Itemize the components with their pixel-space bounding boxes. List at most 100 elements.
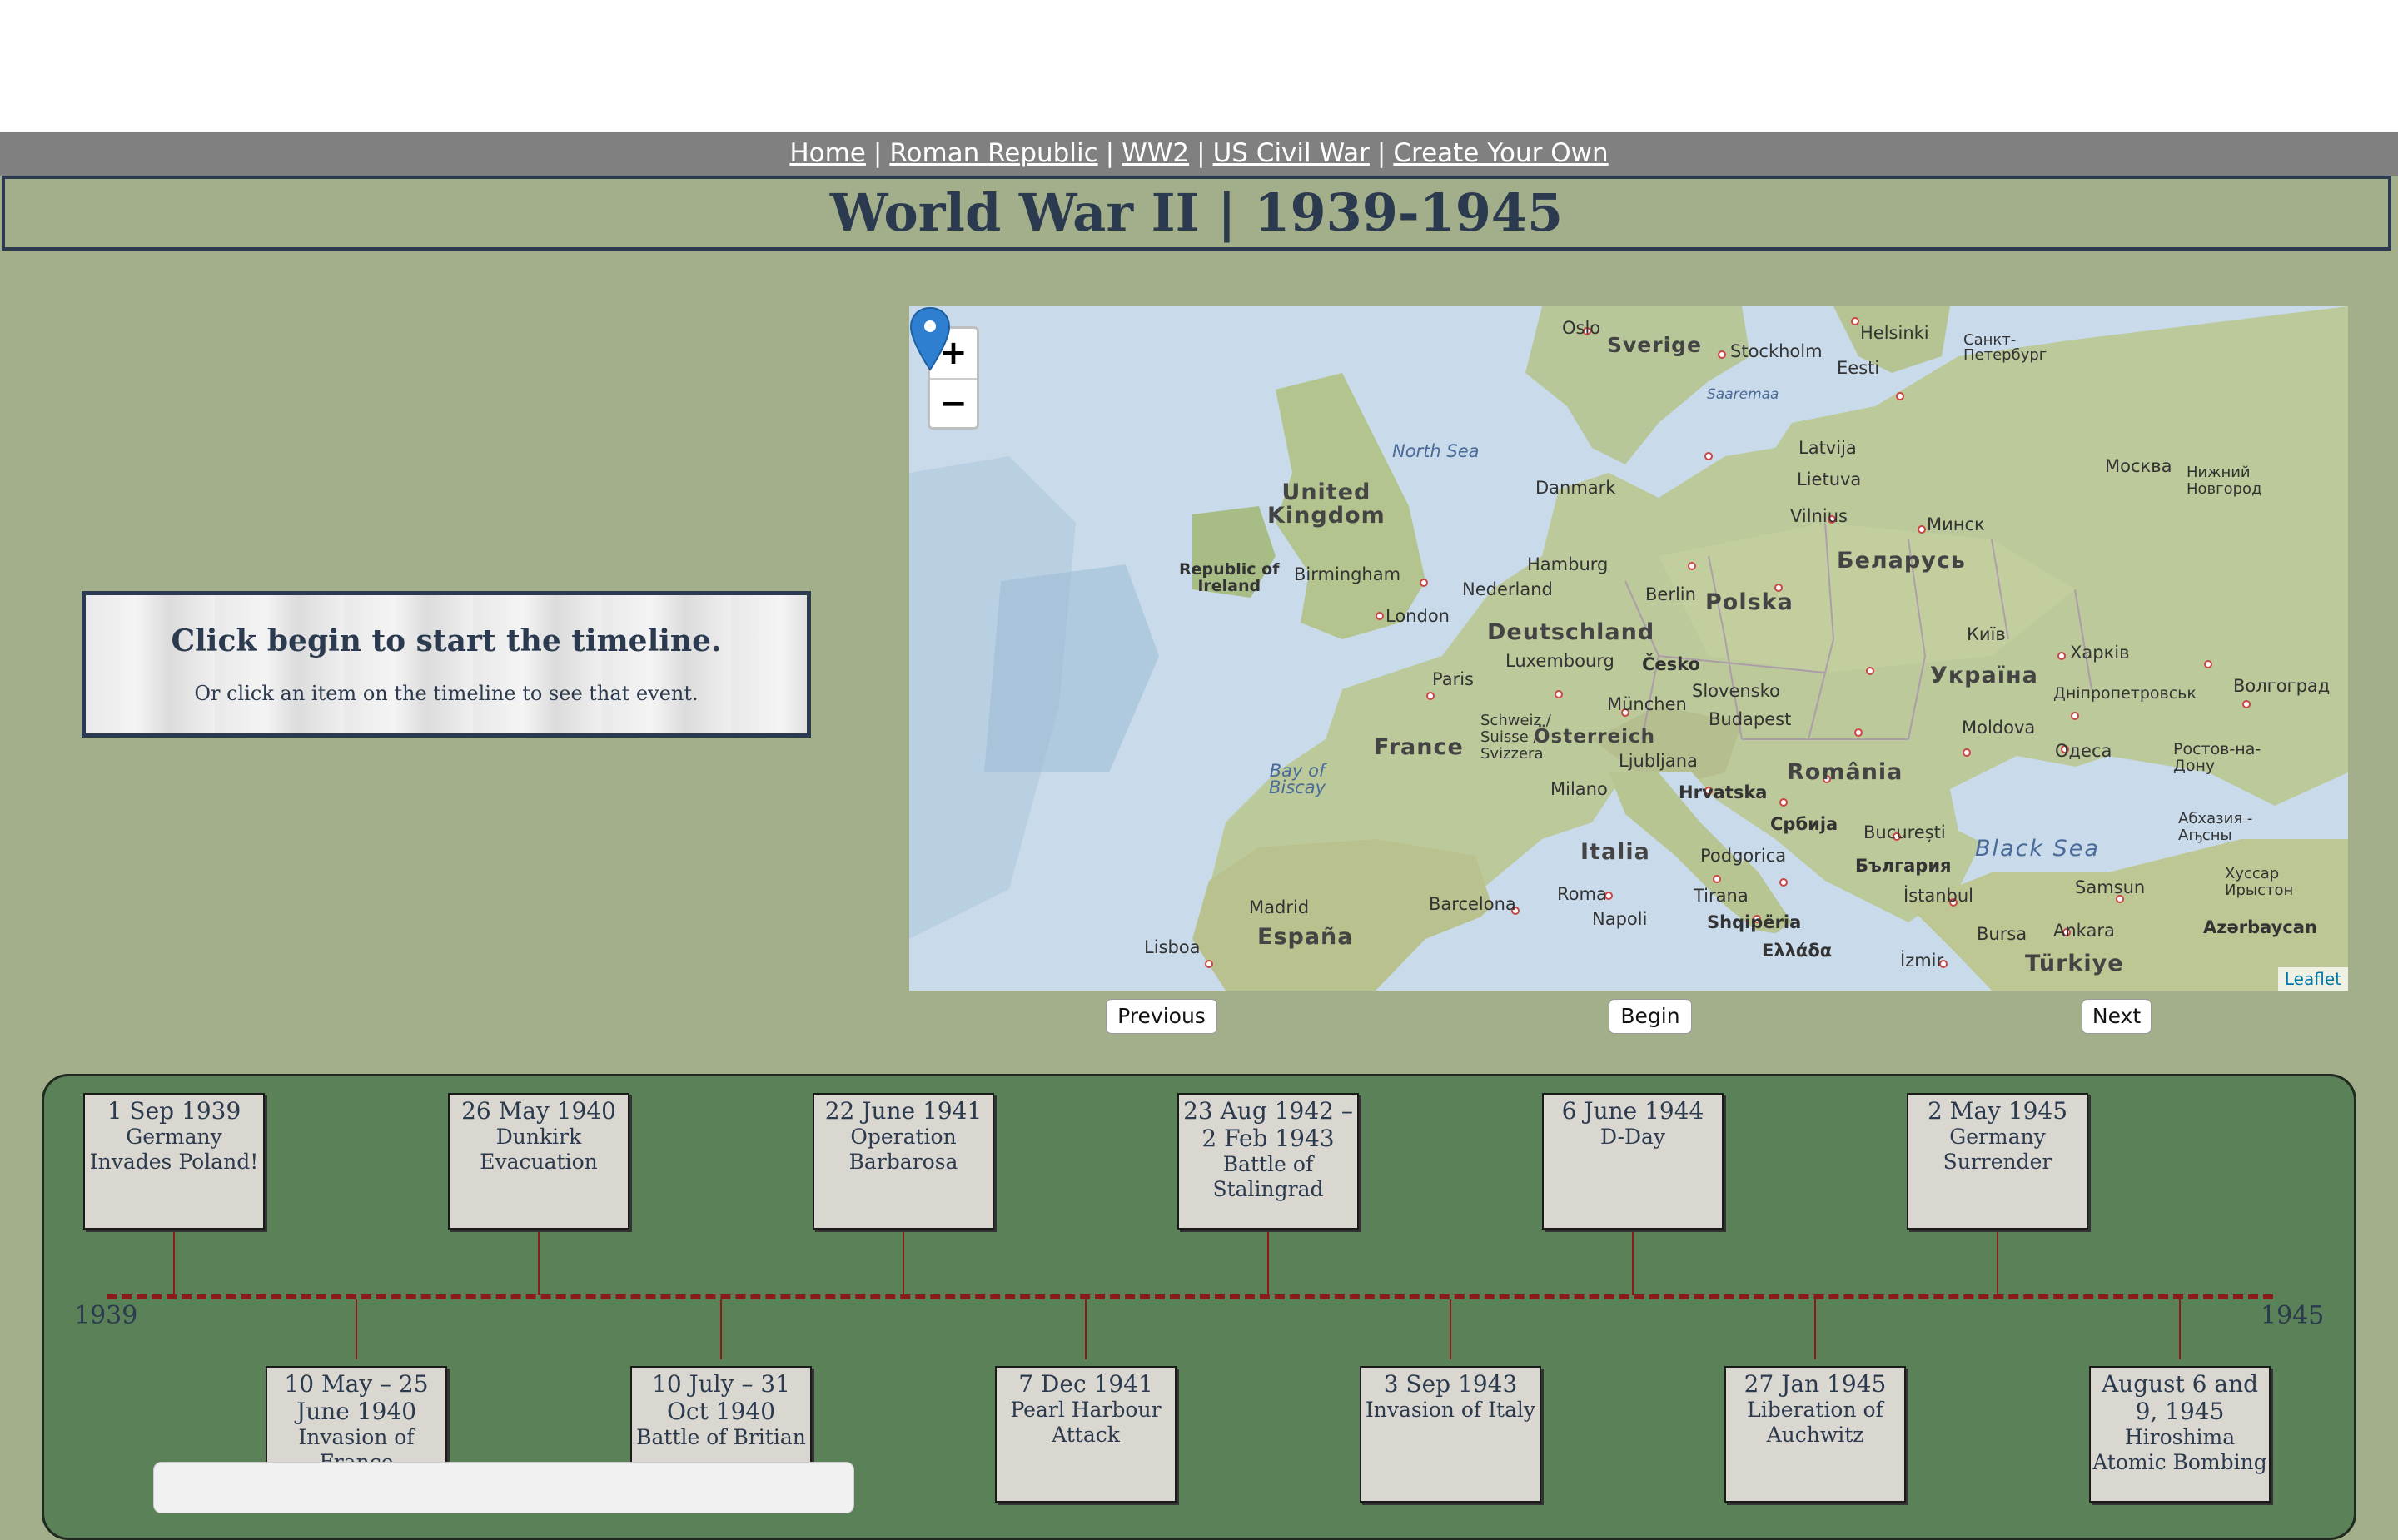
map-label: Shqipëria (1707, 912, 1802, 932)
map-label: Black Sea (1975, 836, 2100, 862)
map-label: Nederland (1462, 579, 1553, 599)
info-subtext: Or click an item on the timeline to see … (194, 682, 699, 705)
timeline-event[interactable]: 23 Aug 1942 – 2 Feb 1943 Battle of Stali… (1177, 1093, 1359, 1230)
map-label: Saaremaa (1707, 386, 1779, 403)
timeline-connector (1267, 1229, 1269, 1295)
nav-link-create-your-own[interactable]: Create Your Own (1393, 138, 1608, 168)
map-label: United Kingdom (1267, 479, 1386, 529)
event-date: 3 Sep 1943 (1383, 1370, 1518, 1398)
event-name: Hiroshima Atomic Bombing (2092, 1425, 2267, 1474)
map-label: Deutschland (1487, 619, 1655, 645)
timeline-event[interactable]: 7 Dec 1941 Pearl Harbour Attack (995, 1366, 1177, 1503)
map-label: Москва (2105, 456, 2172, 476)
event-name: Dunkirk Evacuation (480, 1125, 598, 1174)
timeline-start-year: 1939 (74, 1301, 138, 1330)
top-blank-area (0, 0, 2398, 132)
map-label: Roma (1557, 884, 1607, 904)
timeline-event[interactable]: 2 May 1945 Germany Surrender (1907, 1093, 2088, 1230)
map-label: Волгоград (2233, 676, 2331, 696)
timeline-event[interactable]: 26 May 1940 Dunkirk Evacuation (448, 1093, 629, 1230)
map-label: Slovensko (1692, 681, 1780, 701)
map-label: Київ (1967, 624, 2006, 644)
map-label: Birmingham (1294, 564, 1401, 584)
bottom-overlay-panel (153, 1462, 854, 1513)
map-label: North Sea (1392, 441, 1480, 461)
map-label: Нижний Новгород (2187, 464, 2262, 498)
previous-button[interactable]: Previous (1106, 999, 1217, 1034)
event-name: Battle of Stalingrad (1212, 1152, 1324, 1201)
map-label: France (1374, 734, 1464, 760)
map-label: București (1863, 822, 1946, 842)
map-label: Madrid (1249, 897, 1310, 917)
map-label: Hamburg (1527, 554, 1609, 574)
map-label: München (1607, 694, 1687, 714)
timeline-connector (1814, 1299, 1816, 1359)
next-button[interactable]: Next (2082, 999, 2152, 1034)
map-label: Хуссар Ирыстон (2225, 865, 2294, 899)
map-label: Österreich (1534, 726, 1656, 748)
map-label: Vilnius (1790, 506, 1848, 526)
nav-link-roman-republic[interactable]: Roman Republic (889, 138, 1097, 168)
europe-map[interactable]: Oslo Sverige Stockholm Helsinki Санкт- П… (909, 306, 2348, 991)
event-date: 23 Aug 1942 – 2 Feb 1943 (1183, 1097, 1353, 1152)
map-label: İstanbul (1903, 886, 1974, 906)
map-label: Oslo (1562, 318, 1601, 338)
title-banner: World War II | 1939-1945 (2, 176, 2391, 251)
nav-link-ww2[interactable]: WW2 (1122, 138, 1189, 168)
map-label: Polska (1705, 589, 1794, 615)
map-label: Абхазия - Аҧсны (2178, 810, 2253, 844)
event-date: 22 June 1941 (824, 1097, 983, 1125)
map-label: Milano (1550, 779, 1608, 799)
timeline-end-year: 1945 (2261, 1301, 2325, 1330)
map-label: Ελλάδα (1762, 941, 1833, 961)
map-label: Ljubljana (1619, 751, 1698, 771)
map-label: Barcelona (1429, 894, 1516, 914)
nav-separator: | (1105, 138, 1115, 168)
timeline-connector (1085, 1299, 1087, 1359)
map-label: Ankara (2053, 921, 2115, 941)
event-name: Germany Invades Poland! (89, 1125, 259, 1174)
map-label: România (1787, 759, 1903, 785)
nav-separator: | (873, 138, 883, 168)
map-label: Tirana (1694, 886, 1749, 906)
map-label: Ростов-на- Дону (2173, 740, 2261, 775)
timeline-connector (720, 1299, 722, 1359)
event-date: 6 June 1944 (1561, 1097, 1704, 1125)
zoom-out-button[interactable]: − (930, 380, 977, 429)
map-label: Беларусь (1837, 548, 1966, 574)
timeline-event[interactable]: 3 Sep 1943 Invasion of Italy (1360, 1366, 1541, 1503)
timeline-event[interactable]: August 6 and 9, 1945 Hiroshima Atomic Bo… (2089, 1366, 2271, 1503)
timeline-connector (1632, 1229, 1634, 1295)
map-label: Podgorica (1700, 846, 1787, 866)
timeline-event[interactable]: 1 Sep 1939 Germany Invades Poland! (83, 1093, 265, 1230)
leaflet-attribution-link[interactable]: Leaflet (2277, 967, 2348, 991)
event-date: 7 Dec 1941 (1018, 1370, 1153, 1398)
map-label: България (1855, 856, 1952, 876)
map-label: Azərbaycan (2203, 917, 2317, 937)
map-marker-icon[interactable] (909, 306, 951, 373)
map-label: Türkiye (2025, 951, 2124, 976)
timeline-connector (173, 1229, 175, 1295)
map-label: Bursa (1977, 924, 2027, 944)
event-name: Germany Surrender (1943, 1125, 2052, 1174)
map-label: Sverige (1607, 333, 1703, 357)
event-name: Invasion of Italy (1365, 1398, 1536, 1422)
map-label: Republic of Ireland (1179, 560, 1280, 595)
begin-button[interactable]: Begin (1609, 999, 1692, 1034)
nav-link-us-civil-war[interactable]: US Civil War (1213, 138, 1370, 168)
map-label: Helsinki (1860, 323, 1929, 343)
event-date: August 6 and 9, 1945 (2101, 1370, 2259, 1425)
map-label: Latvija (1798, 438, 1857, 458)
map-label: Lietuva (1797, 469, 1862, 489)
map-label: London (1386, 606, 1450, 626)
map-label: Lisboa (1144, 937, 1201, 957)
map-label: Luxembourg (1505, 651, 1614, 671)
map-label: España (1257, 924, 1354, 950)
timeline-event[interactable]: 27 Jan 1945 Liberation of Auchwitz (1724, 1366, 1906, 1503)
timeline-event[interactable]: 6 June 1944 D-Day (1542, 1093, 1724, 1230)
timeline-event[interactable]: 22 June 1941 Operation Barbarosa (813, 1093, 994, 1230)
timeline-connector (1450, 1299, 1451, 1359)
map-label: Дніпропетровськ (2053, 684, 2197, 703)
event-date: 27 Jan 1945 (1744, 1370, 1887, 1398)
nav-link-home[interactable]: Home (789, 138, 866, 168)
